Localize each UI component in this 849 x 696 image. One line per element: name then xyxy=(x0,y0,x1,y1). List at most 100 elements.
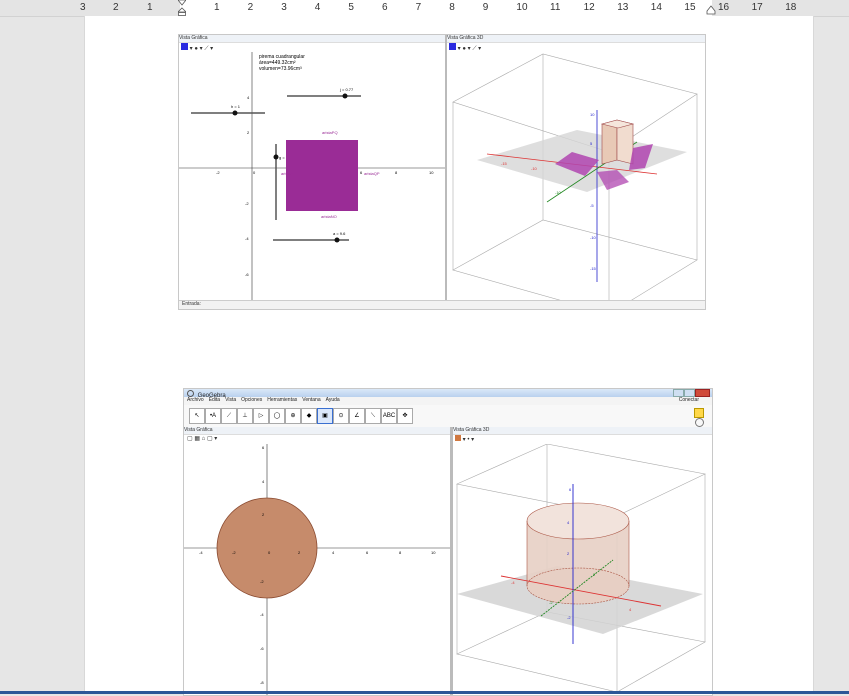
edge-label: aristaQP xyxy=(364,171,380,176)
intersect-tool-icon[interactable]: ⊕ xyxy=(285,408,301,424)
y-tick-label: -10 xyxy=(555,190,562,195)
sphere-tool-icon[interactable]: ⊙ xyxy=(333,408,349,424)
square-polygon[interactable] xyxy=(286,140,358,211)
x-tick-label: 10 xyxy=(429,170,434,175)
right-indent-marker[interactable] xyxy=(706,5,716,15)
minimize-button[interactable] xyxy=(673,389,684,397)
y-tick-label: -8 xyxy=(260,680,264,685)
style-bar-3d[interactable]: ▾ • ▾ xyxy=(455,435,474,444)
style-bar[interactable]: ▾ ● ▾ ⟋ ▾ xyxy=(181,43,213,52)
geogebra-logo-icon xyxy=(187,390,194,397)
polygon-tool-icon[interactable]: ▷ xyxy=(253,408,269,424)
angle-tool-icon[interactable]: ∠ xyxy=(349,408,365,424)
color-swatch-icon[interactable] xyxy=(181,43,188,50)
z-tick-label: -5 xyxy=(590,203,594,208)
y-tick-label: -6 xyxy=(245,272,249,277)
x-tick-label: 6 xyxy=(366,550,369,555)
color-swatch-icon[interactable] xyxy=(449,43,456,50)
graphics-view-2d[interactable]: -4 -2 0 2 4 6 8 10 6 4 2 -2 -4 -6 -8 xyxy=(184,444,450,695)
z-tick-label: 6 xyxy=(569,487,572,492)
y-tick-label: -4 xyxy=(260,612,264,617)
first-line-indent-marker[interactable] xyxy=(177,0,187,16)
z-tick-label: -15 xyxy=(590,266,597,271)
cylinder-solid[interactable] xyxy=(526,502,630,605)
slider-g-knob[interactable] xyxy=(273,154,279,160)
ruler-number: 2 xyxy=(247,2,254,13)
ruler-number: 8 xyxy=(449,2,455,13)
x-tick-label: 4 xyxy=(332,550,335,555)
menu-item[interactable]: Herramientas xyxy=(267,397,297,403)
close-button[interactable] xyxy=(695,389,710,397)
y-tick-label: -4 xyxy=(245,236,249,241)
ruler-number: 6 xyxy=(382,2,388,13)
ruler-number: 10 xyxy=(516,2,528,13)
connect-link[interactable]: Conectar xyxy=(679,397,699,403)
edge-label: aristaPQ xyxy=(322,130,338,135)
style-bar[interactable]: ▢ ▦ ⌂ ▢ ▾ xyxy=(187,435,217,444)
menu-item[interactable]: Archivo xyxy=(187,397,204,403)
horizontal-ruler[interactable]: 3 2 1 1 2 3 4 5 6 7 8 9 10 11 12 13 14 15 16 17 18 xyxy=(0,0,849,17)
menu-item[interactable]: Edita xyxy=(209,397,220,403)
x-tick-label: -15 xyxy=(501,161,508,166)
circle-shape[interactable] xyxy=(216,497,318,599)
ruler-number: 4 xyxy=(314,2,321,13)
ruler-right-margin xyxy=(712,0,849,16)
x-tick-label: 10 xyxy=(431,550,436,555)
x-tick-label: 8 xyxy=(399,550,402,555)
maximize-button[interactable] xyxy=(684,389,695,397)
point-tool-icon[interactable]: •A xyxy=(205,408,221,424)
x-tick-label: 0 xyxy=(253,170,256,175)
help-icon[interactable] xyxy=(695,418,704,427)
move-tool-icon[interactable]: ↖ xyxy=(189,408,205,424)
menu-item[interactable]: Ayuda xyxy=(326,397,340,403)
prism-tool-icon[interactable]: ▣ xyxy=(317,408,333,424)
text-tool-icon[interactable]: ABC xyxy=(381,408,397,424)
ruler-number: 1 xyxy=(214,2,220,13)
ruler-number: 5 xyxy=(348,2,354,13)
slider-a-label: a = 9.6 xyxy=(333,231,346,236)
slider-a-knob[interactable] xyxy=(334,237,340,243)
y-tick-label: 2 xyxy=(247,130,250,135)
circle-tool-icon[interactable]: ◯ xyxy=(269,408,285,424)
graphics-view-header: Vista Gráfica xyxy=(184,427,450,435)
move-view-tool-icon[interactable]: ✥ xyxy=(397,408,413,424)
edge-label: aristaNO xyxy=(321,214,337,219)
menu-item[interactable]: Opciones xyxy=(241,397,262,403)
y-tick-label: -2 xyxy=(245,201,249,206)
ruler-number: 14 xyxy=(650,2,662,13)
ruler-number: 18 xyxy=(785,2,797,13)
ruler-number: 15 xyxy=(684,2,696,13)
slider-j-label: j = 0.77 xyxy=(339,87,354,92)
ruler-number: 2 xyxy=(113,2,119,13)
ruler-left-margin xyxy=(0,0,180,16)
geogebra-screenshot-pyramid: Vista Gráfica Vista Gráfica 3D ▾ ● ▾ ⟋ ▾… xyxy=(178,34,706,310)
ruler-number: 3 xyxy=(281,2,287,13)
undo-icon[interactable] xyxy=(694,408,704,418)
ruler-number: 11 xyxy=(550,2,561,13)
ruler-number: 16 xyxy=(718,2,730,13)
graphics-view-3d[interactable]: 10 5 -5 -10 -15 -15 -10 -10 xyxy=(447,52,705,300)
graphics-view-header: Vista Gráfica xyxy=(179,35,445,43)
line-tool-icon[interactable]: ⟋ xyxy=(221,408,237,424)
color-swatch-icon[interactable] xyxy=(455,435,461,441)
input-bar[interactable]: Entrada: xyxy=(179,300,705,309)
x-tick-label: -4 xyxy=(199,550,203,555)
graphics-view-2d[interactable]: -2 0 2 4 6 8 10 4 2 -2 -4 -6 pirema cuad… xyxy=(179,52,445,300)
x-tick-label: -2 xyxy=(216,170,220,175)
y-tick-label: 6 xyxy=(262,445,265,450)
view-title: Vista Gráfica 3D xyxy=(453,427,490,433)
slider-j-knob[interactable] xyxy=(342,93,348,99)
ruler-number: 9 xyxy=(482,2,489,13)
reflect-tool-icon[interactable]: ⟍ xyxy=(365,408,381,424)
slider-h-label: h = 1 xyxy=(231,104,241,109)
menu-item[interactable]: Ventana xyxy=(302,397,320,403)
style-bar-3d[interactable]: ▾ ● ▾ ⟋ ▾ xyxy=(449,43,481,52)
slider-h-knob[interactable] xyxy=(232,110,238,116)
perpendicular-tool-icon[interactable]: ⊥ xyxy=(237,408,253,424)
menu-item[interactable]: Vista xyxy=(225,397,236,403)
z-tick-label: -10 xyxy=(590,235,597,240)
y-tick-label: 4 xyxy=(247,95,250,100)
plane-tool-icon[interactable]: ◆ xyxy=(301,408,317,424)
prism-solid[interactable] xyxy=(600,119,635,165)
graphics-view-3d[interactable]: 6 4 2 -2 4 -4 2 -2 xyxy=(453,444,712,695)
